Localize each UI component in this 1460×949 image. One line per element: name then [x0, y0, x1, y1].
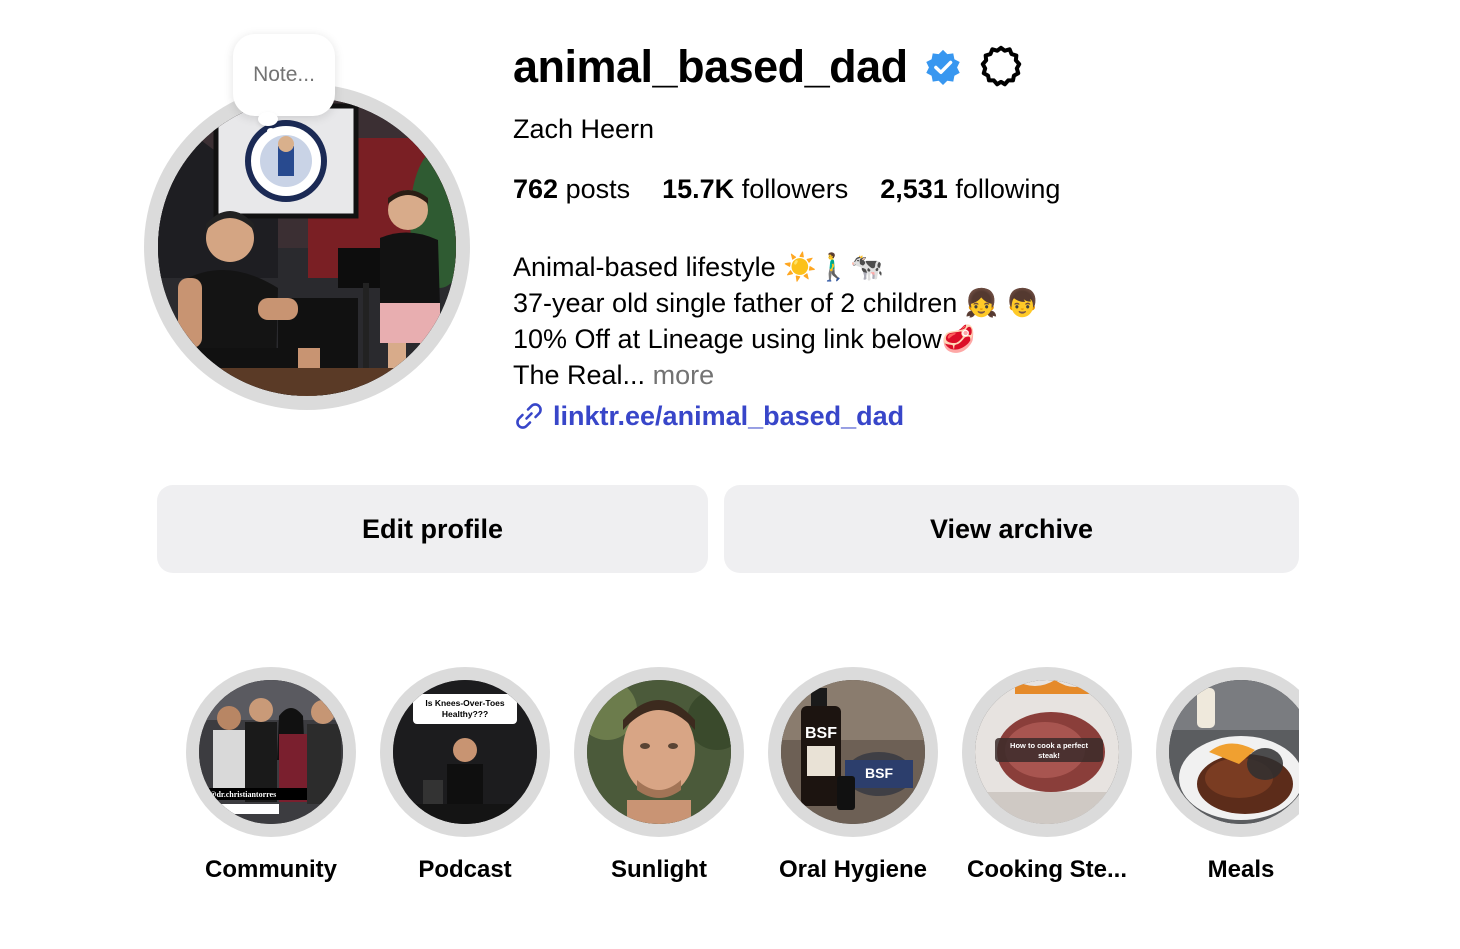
story-highlights: @dr.christiantorres Community Is Knees-O…	[0, 660, 1299, 900]
bio-line-4: The Real... more	[513, 357, 1040, 393]
highlight-label: Meals	[1207, 856, 1275, 883]
highlight-label: Podcast	[418, 856, 512, 883]
profile-avatar[interactable]	[158, 98, 456, 396]
external-link-text: linktr.ee/animal_based_dad	[553, 400, 905, 431]
highlight-ring	[1156, 667, 1299, 837]
link-icon	[516, 403, 542, 429]
profile-avatar-ring[interactable]	[144, 84, 470, 410]
svg-text:How to cook a perfect: How to cook a perfect	[1010, 741, 1088, 750]
highlight-thumbnail: @dr.christiantorres	[199, 680, 343, 824]
bio-line-1: Animal-based lifestyle ☀️🚶‍♂️🐄	[513, 252, 884, 282]
thumb-caption: BSF	[805, 725, 837, 742]
bio-truncated-text: The Real...	[513, 360, 646, 390]
highlight-ring: @dr.christiantorres	[186, 667, 356, 837]
username: animal_based_dad	[513, 41, 908, 92]
highlight-ring: BSF BSF	[768, 667, 938, 837]
highlight-label: Oral Hygiene	[778, 856, 928, 883]
svg-text:steak!: steak!	[1038, 751, 1060, 760]
username-row: animal_based_dad	[513, 38, 1024, 96]
highlight-ring	[574, 667, 744, 837]
highlight-thumbnail: Is Knees-Over-Toes Healthy???	[393, 680, 537, 824]
highlight-thumbnail	[587, 680, 731, 824]
highlight-label: Sunlight	[611, 856, 707, 883]
highlight-thumbnail: BSF BSF	[781, 680, 925, 824]
highlight-ring: Is Knees-Over-Toes Healthy???	[380, 667, 550, 837]
verified-badge-icon	[925, 49, 960, 86]
profile-bio: Animal-based lifestyle ☀️🚶‍♂️🐄 37-year o…	[513, 249, 1040, 393]
svg-text:Healthy???: Healthy???	[442, 709, 488, 719]
posts-count: 762	[513, 174, 559, 204]
note-placeholder: Note...	[253, 63, 315, 86]
svg-text:Is Knees-Over-Toes: Is Knees-Over-Toes	[425, 698, 504, 708]
gear-icon[interactable]	[978, 44, 1024, 90]
highlight-label: Community	[205, 856, 337, 883]
highlight-thumbnail: How to cook a perfect steak!	[975, 680, 1119, 824]
svg-text:BSF: BSF	[865, 765, 893, 781]
bio-line-3: 10% Off at Lineage using link below🥩	[513, 324, 976, 354]
highlight-label: Cooking Ste...	[966, 856, 1127, 883]
edit-profile-button[interactable]: Edit profile	[157, 485, 708, 573]
followers-count: 15.7K	[662, 174, 735, 204]
profile-stats: 762 posts 15.7K followers 2,531 followin…	[513, 174, 1092, 205]
followers-stat[interactable]: 15.7K followers	[662, 174, 848, 205]
full-name: Zach Heern	[513, 114, 655, 144]
following-stat[interactable]: 2,531 following	[880, 174, 1060, 205]
posts-stat[interactable]: 762 posts	[513, 174, 630, 205]
following-label: following	[955, 174, 1061, 204]
highlight-thumbnail	[1169, 680, 1299, 824]
thumb-caption: @dr.christiantorres	[209, 790, 276, 799]
posts-label: posts	[565, 174, 631, 204]
note-bubble-tail-small	[267, 128, 275, 134]
following-count: 2,531	[880, 174, 948, 204]
note-bubble[interactable]: Note...	[233, 34, 335, 116]
followers-label: followers	[741, 174, 849, 204]
bio-more-link[interactable]: more	[653, 360, 715, 390]
view-archive-button[interactable]: View archive	[724, 485, 1299, 573]
bio-line-2: 37-year old single father of 2 children …	[513, 288, 1040, 318]
external-link[interactable]: linktr.ee/animal_based_dad	[513, 400, 904, 432]
highlight-ring: How to cook a perfect steak!	[962, 667, 1132, 837]
profile-page: Note... animal_based_dad Zach Heern 762 …	[0, 0, 1460, 949]
note-bubble-tail	[258, 112, 278, 126]
